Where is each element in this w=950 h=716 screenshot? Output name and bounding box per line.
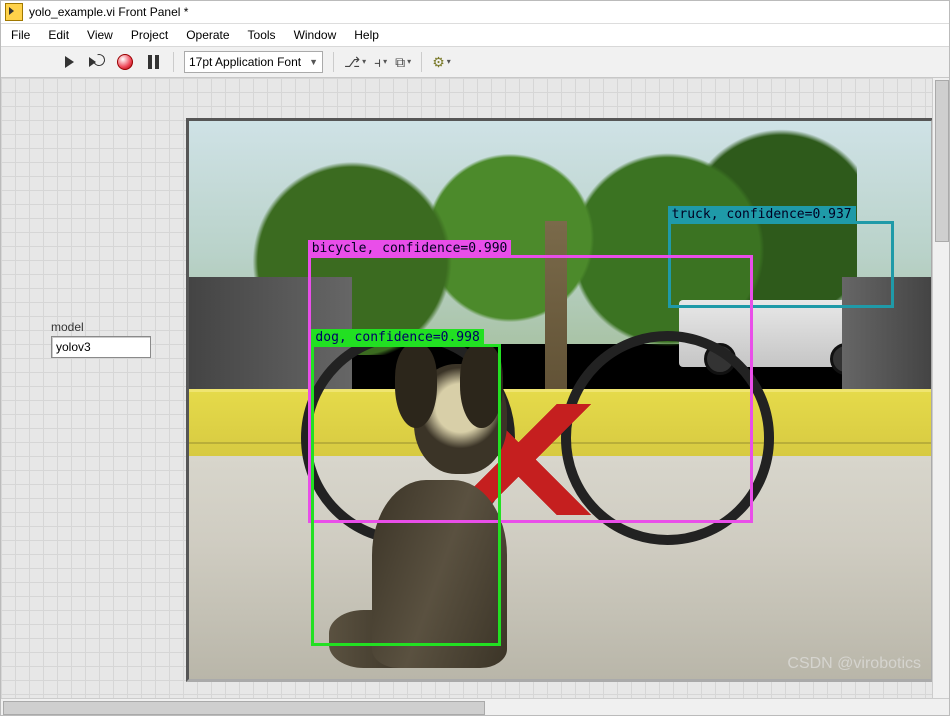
menubar: File Edit View Project Operate Tools Win…: [1, 24, 949, 47]
bbox-label: dog, confidence=0.998: [311, 329, 483, 346]
run-continuous-button[interactable]: [87, 52, 107, 72]
window-title: yolo_example.vi Front Panel *: [29, 5, 188, 19]
model-control: model yolov3: [51, 320, 151, 358]
bbox-dog: dog, confidence=0.998: [311, 344, 500, 645]
font-combo-label: 17pt Application Font: [189, 55, 301, 69]
vi-icon: [5, 3, 23, 21]
menu-edit[interactable]: Edit: [48, 28, 69, 42]
menu-file[interactable]: File: [11, 28, 30, 42]
abort-icon: [117, 54, 133, 70]
chevron-down-icon: ▾: [362, 58, 366, 66]
toolbar-separator: [421, 52, 422, 72]
pause-icon: [148, 55, 159, 69]
model-value: yolov3: [56, 340, 91, 354]
model-input[interactable]: yolov3: [51, 336, 151, 358]
run-continuous-icon: [89, 54, 105, 70]
resize-tool[interactable]: ⧉▾: [395, 55, 411, 69]
front-panel-canvas[interactable]: model yolov3 tr: [1, 78, 949, 715]
toolbar-separator: [173, 52, 174, 72]
distribute-tool[interactable]: ⫞▾: [374, 55, 387, 69]
menu-project[interactable]: Project: [131, 28, 168, 42]
menu-tools[interactable]: Tools: [248, 28, 276, 42]
chevron-down-icon: ▼: [309, 57, 318, 67]
bbox-label: bicycle, confidence=0.990: [308, 240, 512, 257]
align-tool[interactable]: ⎇▾: [344, 55, 366, 69]
chevron-down-icon: ▾: [407, 58, 411, 66]
scroll-thumb[interactable]: [3, 701, 485, 715]
toolbar-separator: [333, 52, 334, 72]
abort-button[interactable]: [115, 52, 135, 72]
menu-view[interactable]: View: [87, 28, 113, 42]
image-display[interactable]: truck, confidence=0.937 bicycle, confiden…: [186, 118, 934, 682]
chevron-down-icon: ▾: [383, 58, 387, 66]
titlebar[interactable]: yolo_example.vi Front Panel *: [1, 1, 949, 24]
watermark: CSDN @virobotics: [787, 655, 921, 673]
model-label: model: [51, 320, 151, 334]
reorder-tool[interactable]: ⚙▾: [432, 55, 451, 69]
chevron-down-icon: ▾: [447, 58, 451, 66]
pause-button[interactable]: [143, 52, 163, 72]
font-combo[interactable]: 17pt Application Font ▼: [184, 51, 323, 73]
menu-operate[interactable]: Operate: [186, 28, 229, 42]
scroll-thumb[interactable]: [935, 80, 949, 242]
menu-help[interactable]: Help: [354, 28, 379, 42]
toolbar: 17pt Application Font ▼ ⎇▾ ⫞▾ ⧉▾ ⚙▾: [1, 47, 949, 78]
vertical-scrollbar[interactable]: [932, 78, 949, 699]
run-arrow-icon: [65, 56, 74, 68]
horizontal-scrollbar[interactable]: [1, 698, 949, 715]
bbox-label: truck, confidence=0.937: [668, 206, 856, 223]
run-button[interactable]: [59, 52, 79, 72]
menu-window[interactable]: Window: [294, 28, 337, 42]
